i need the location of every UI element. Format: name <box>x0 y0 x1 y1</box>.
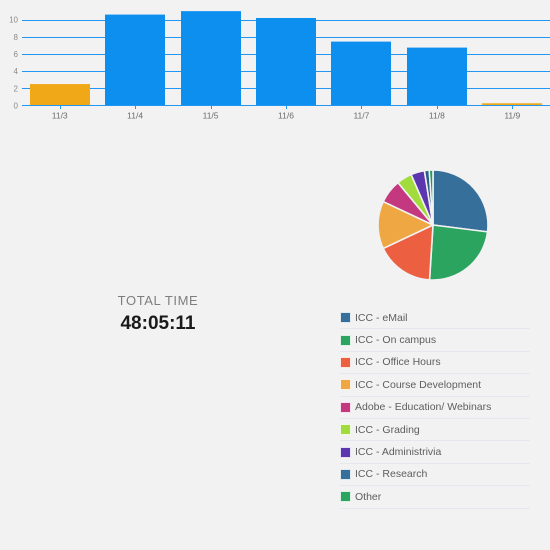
x-axis-category-label: 11/7 <box>353 111 369 121</box>
legend-item[interactable]: Adobe - Education/ Webinars <box>340 397 530 419</box>
y-axis-tick-label: 4 <box>14 67 19 76</box>
legend-color-swatch <box>340 424 351 436</box>
legend-item-label: ICC - Research <box>355 468 428 481</box>
y-axis-tick-label: 6 <box>14 50 19 59</box>
bar[interactable] <box>105 14 165 106</box>
pie-slice[interactable] <box>428 224 489 281</box>
legend-item-label: ICC - Grading <box>355 423 420 436</box>
legend-color-swatch <box>340 401 351 413</box>
total-time-value: 48:05:11 <box>120 313 196 334</box>
legend-color-swatch <box>340 379 351 391</box>
pie-slice[interactable] <box>432 169 489 233</box>
legend-item-label: ICC - Administrivia <box>355 446 442 459</box>
legend-item-label: Other <box>355 490 382 503</box>
legend-item[interactable]: ICC - eMail <box>340 307 530 330</box>
legend-item-label: ICC - eMail <box>355 311 408 324</box>
legend-color-swatch <box>340 491 351 503</box>
legend-color-swatch <box>340 446 351 458</box>
bar[interactable] <box>407 47 467 106</box>
legend-color-swatch <box>340 468 351 480</box>
y-axis-tick-label: 8 <box>14 33 19 42</box>
legend-item[interactable]: ICC - Grading <box>340 419 530 442</box>
legend-item[interactable]: ICC - Administrivia <box>340 441 530 464</box>
bar-chart-baseline <box>22 104 550 109</box>
bar[interactable] <box>30 84 90 106</box>
legend-item-label: ICC - Office Hours <box>355 356 441 369</box>
legend-color-swatch <box>340 312 351 324</box>
bar-chart-panel: 0 2 4 6 8 10 11/3 11/4 11/5 11/6 11/7 11/8 11/9 <box>0 0 550 130</box>
legend-item-label: Adobe - Education/ Webinars <box>355 401 492 414</box>
bar[interactable] <box>256 18 316 106</box>
x-axis-category-label: 11/9 <box>504 111 520 121</box>
legend-item[interactable]: ICC - Course Development <box>340 374 530 397</box>
legend-color-swatch <box>340 334 351 346</box>
total-time-label: TOTAL TIME <box>117 293 199 308</box>
chart-legend: ICC - eMail ICC - On campus ICC - Office H… <box>340 307 530 509</box>
bar-chart-x-axis-labels: 11/3 11/4 11/5 11/6 11/7 11/8 11/9 <box>52 111 521 121</box>
y-axis-tick-label: 0 <box>14 102 19 111</box>
bar[interactable] <box>331 41 391 106</box>
bar-chart-svg: 0 2 4 6 8 10 11/3 11/4 11/5 11/6 11/7 11/8 11/9 <box>9 11 550 121</box>
legend-item[interactable]: Other <box>340 486 530 509</box>
pie-chart-slices <box>377 169 489 281</box>
x-axis-category-label: 11/6 <box>278 111 294 121</box>
legend-item[interactable]: ICC - Office Hours <box>340 352 530 375</box>
y-axis-tick-label: 10 <box>9 16 18 25</box>
x-axis-category-label: 11/8 <box>429 111 445 121</box>
legend-item-label: ICC - On campus <box>355 334 437 347</box>
x-axis-category-label: 11/4 <box>127 111 143 121</box>
pie-chart-svg <box>377 169 489 281</box>
pie-chart-panel <box>360 160 510 295</box>
legend-item[interactable]: ICC - Research <box>340 464 530 487</box>
x-axis-category-label: 11/3 <box>52 111 68 121</box>
y-axis-tick-label: 2 <box>14 84 19 93</box>
bar-chart-bars <box>30 11 542 106</box>
total-time-panel: TOTAL TIME 48:05:11 <box>58 292 258 336</box>
bar-chart-y-axis-labels: 0 2 4 6 8 10 <box>9 16 18 111</box>
legend-item-label: ICC - Course Development <box>355 378 482 391</box>
legend-color-swatch <box>340 356 351 368</box>
bar[interactable] <box>181 11 241 106</box>
x-axis-category-label: 11/5 <box>203 111 219 121</box>
legend-item[interactable]: ICC - On campus <box>340 329 530 352</box>
